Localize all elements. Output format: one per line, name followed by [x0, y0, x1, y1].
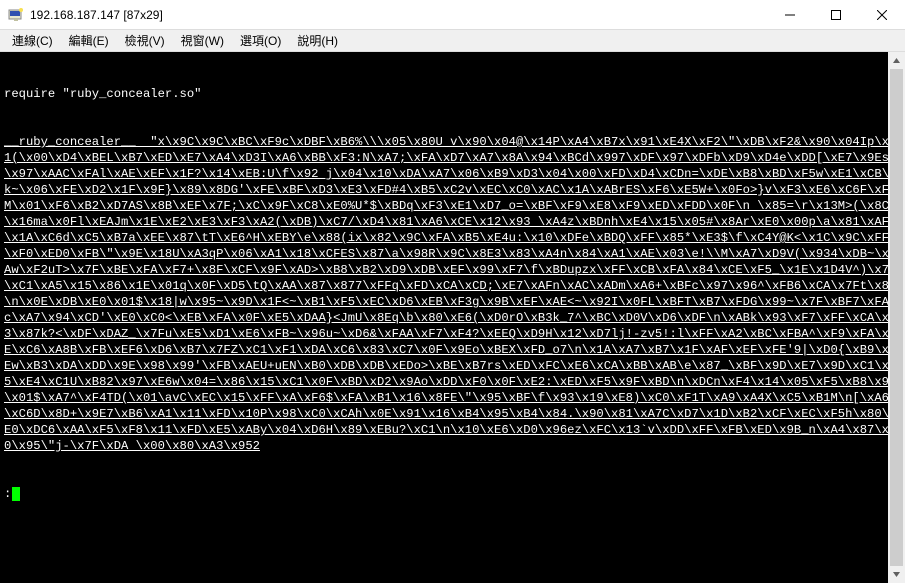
- scroll-down-button[interactable]: [888, 566, 905, 583]
- scroll-track[interactable]: [888, 69, 905, 566]
- terminal-line: __ruby_concealer__ "x\x9C\x9C\xBC\xF9c\x…: [4, 134, 901, 454]
- menu-connection[interactable]: 連線(C): [4, 30, 61, 51]
- putty-icon: [8, 7, 24, 23]
- window-title: 192.168.187.147 [87x29]: [30, 8, 163, 22]
- menu-window[interactable]: 視窗(W): [173, 30, 232, 51]
- maximize-button[interactable]: [813, 0, 859, 30]
- scroll-thumb[interactable]: [890, 69, 903, 566]
- titlebar: 192.168.187.147 [87x29]: [0, 0, 905, 30]
- prompt-char: :: [4, 486, 11, 502]
- scroll-up-button[interactable]: [888, 52, 905, 69]
- menu-edit[interactable]: 編輯(E): [61, 30, 117, 51]
- menubar: 連線(C) 編輯(E) 檢視(V) 視窗(W) 選項(O) 說明(H): [0, 30, 905, 52]
- terminal-line: require "ruby_concealer.so": [4, 86, 901, 102]
- menu-options[interactable]: 選項(O): [232, 30, 289, 51]
- scrollbar[interactable]: [888, 52, 905, 583]
- terminal[interactable]: require "ruby_concealer.so" __ruby_conce…: [0, 52, 905, 583]
- close-button[interactable]: [859, 0, 905, 30]
- cursor: [12, 487, 20, 501]
- minimize-button[interactable]: [767, 0, 813, 30]
- menu-help[interactable]: 說明(H): [289, 30, 346, 51]
- prompt-row: :: [4, 486, 901, 502]
- menu-view[interactable]: 檢視(V): [117, 30, 173, 51]
